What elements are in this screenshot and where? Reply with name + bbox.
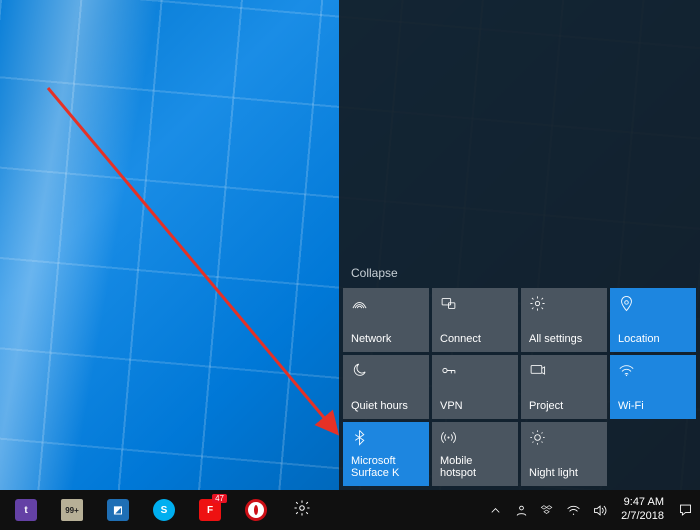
photos-icon: ◩ xyxy=(107,499,129,521)
taskbar-app-skype[interactable]: S xyxy=(142,490,186,530)
network-icon xyxy=(351,294,421,312)
tile-label: Mobile hotspot xyxy=(440,455,510,480)
tile-connect[interactable]: Connect xyxy=(432,288,518,352)
taskbar-app-twitch[interactable]: t xyxy=(4,490,48,530)
tile-label: Microsoft Surface K xyxy=(351,455,421,480)
tile-bluetooth[interactable]: Microsoft Surface K xyxy=(343,422,429,486)
tile-label: Project xyxy=(529,400,599,413)
gear-icon xyxy=(293,499,311,522)
tile-vpn[interactable]: VPN xyxy=(432,355,518,419)
sun-icon xyxy=(529,428,599,446)
system-clock[interactable]: 9:47 AM 2/7/2018 xyxy=(613,496,672,524)
system-tray: 9:47 AM 2/7/2018 xyxy=(483,490,696,530)
opera-icon xyxy=(245,499,267,521)
taskbar-apps: t 99+ ◩ S F 47 xyxy=(4,490,324,530)
clock-time: 9:47 AM xyxy=(621,496,664,510)
wifi-icon xyxy=(618,361,688,379)
tile-network[interactable]: Network xyxy=(343,288,429,352)
tile-wifi[interactable]: Wi-Fi xyxy=(610,355,696,419)
taskbar-app-file-explorer[interactable]: 99+ xyxy=(50,490,94,530)
tray-people-icon[interactable] xyxy=(509,490,533,530)
taskbar-app-photos[interactable]: ◩ xyxy=(96,490,140,530)
moon-icon xyxy=(351,361,421,379)
tile-project[interactable]: Project xyxy=(521,355,607,419)
twitch-icon: t xyxy=(15,499,37,521)
quick-action-tiles: Network Connect All settings Location xyxy=(343,288,696,486)
action-center-panel: Collapse Network Connect All settings xyxy=(339,0,700,490)
project-icon xyxy=(529,361,599,379)
screen: Collapse Network Connect All settings xyxy=(0,0,700,530)
tray-chevron-up-icon[interactable] xyxy=(483,490,507,530)
folder-badge: 99+ xyxy=(65,506,79,515)
taskbar-app-settings[interactable] xyxy=(280,490,324,530)
tile-all-settings[interactable]: All settings xyxy=(521,288,607,352)
mail-badge: 47 xyxy=(212,494,227,503)
action-center-button[interactable] xyxy=(674,490,696,530)
tile-location[interactable]: Location xyxy=(610,288,696,352)
hotspot-icon xyxy=(440,428,510,446)
tile-label: VPN xyxy=(440,400,510,413)
tile-label: Location xyxy=(618,333,688,346)
tray-dropbox-icon[interactable] xyxy=(535,490,559,530)
tile-label: Connect xyxy=(440,333,510,346)
taskbar-app-opera[interactable] xyxy=(234,490,278,530)
gear-icon xyxy=(529,294,599,312)
location-icon xyxy=(618,294,688,312)
clock-date: 2/7/2018 xyxy=(621,510,664,524)
tile-mobile-hotspot[interactable]: Mobile hotspot xyxy=(432,422,518,486)
tile-label: Network xyxy=(351,333,421,346)
taskbar-app-mail[interactable]: F 47 xyxy=(188,490,232,530)
collapse-button[interactable]: Collapse xyxy=(343,260,696,288)
vpn-icon xyxy=(440,361,510,379)
skype-icon: S xyxy=(153,499,175,521)
connect-icon xyxy=(440,294,510,312)
tile-label: Night light xyxy=(529,467,599,480)
tray-wifi-icon[interactable] xyxy=(561,490,585,530)
folder-icon: 99+ xyxy=(61,499,83,521)
tile-quiet-hours[interactable]: Quiet hours xyxy=(343,355,429,419)
bluetooth-icon xyxy=(351,428,421,446)
taskbar: t 99+ ◩ S F 47 9:47 AM xyxy=(0,490,700,530)
tile-label: Wi-Fi xyxy=(618,400,688,413)
tray-volume-icon[interactable] xyxy=(587,490,611,530)
tile-label: All settings xyxy=(529,333,599,346)
tile-label: Quiet hours xyxy=(351,400,421,413)
tile-night-light[interactable]: Night light xyxy=(521,422,607,486)
